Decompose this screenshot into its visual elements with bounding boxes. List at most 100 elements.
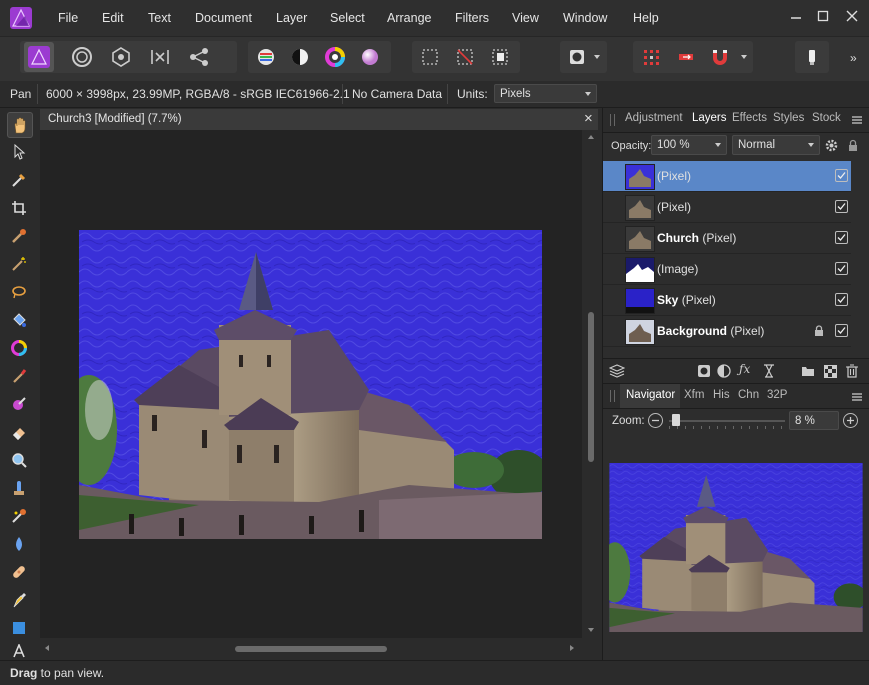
- scroll-right-icon[interactable]: [570, 645, 574, 651]
- zoom-slider-thumb[interactable]: [672, 414, 680, 426]
- horizontal-scrollbar[interactable]: [40, 640, 584, 657]
- layer-row[interactable]: Background (Pixel): [603, 316, 851, 347]
- invert-selection-icon[interactable]: [485, 42, 515, 72]
- tab-styles[interactable]: Styles: [773, 112, 804, 124]
- units-select[interactable]: Pixels: [494, 84, 597, 103]
- auto-contrast-icon[interactable]: [285, 42, 315, 72]
- text-tool-icon[interactable]: [7, 644, 31, 658]
- tab-32bit-preview[interactable]: 32P: [767, 389, 787, 401]
- layer-row[interactable]: (Pixel): [603, 161, 851, 192]
- layers-stack-icon[interactable]: [609, 363, 625, 379]
- menu-filters[interactable]: Filters: [455, 11, 489, 25]
- move-tool-icon[interactable]: [7, 140, 31, 164]
- tab-channels[interactable]: Chn: [738, 389, 759, 401]
- snapping-dropdown-caret-icon[interactable]: [741, 55, 747, 59]
- fill-icon[interactable]: [7, 308, 31, 332]
- auto-levels-icon[interactable]: [251, 42, 281, 72]
- menu-view[interactable]: View: [512, 11, 539, 25]
- opacity-select[interactable]: 100 %: [651, 135, 727, 155]
- menu-document[interactable]: Document: [195, 11, 252, 25]
- auto-white-balance-icon[interactable]: [355, 42, 385, 72]
- vertical-scrollbar[interactable]: [584, 130, 598, 638]
- pan-tool-icon[interactable]: [7, 112, 33, 138]
- menu-edit[interactable]: Edit: [102, 11, 124, 25]
- selection-brush-icon[interactable]: [7, 224, 31, 248]
- vertical-scroll-thumb[interactable]: [588, 312, 594, 462]
- document-tab[interactable]: Church3 [Modified] (7.7%) ×: [40, 109, 598, 130]
- lock-icon[interactable]: [845, 137, 861, 153]
- layer-visibility-checkbox[interactable]: [835, 169, 848, 182]
- magic-wand-icon[interactable]: [7, 252, 31, 276]
- clone-icon[interactable]: [7, 476, 31, 500]
- canvas-area[interactable]: [40, 130, 582, 638]
- layer-visibility-checkbox[interactable]: [835, 324, 848, 337]
- pen-icon[interactable]: [7, 588, 31, 612]
- mask-layer-icon[interactable]: [696, 363, 712, 379]
- rectangle-icon[interactable]: [7, 616, 31, 640]
- document-image[interactable]: [79, 230, 542, 539]
- menu-text[interactable]: Text: [148, 11, 171, 25]
- zoom-icon[interactable]: [7, 448, 31, 472]
- layer-visibility-checkbox[interactable]: [835, 293, 848, 306]
- trash-icon[interactable]: [844, 363, 860, 379]
- quick-mask-icon[interactable]: [562, 42, 592, 72]
- snapping-magnet-icon[interactable]: [705, 42, 735, 72]
- tone-mapping-persona-icon[interactable]: [145, 42, 175, 72]
- horizontal-scroll-thumb[interactable]: [235, 646, 387, 652]
- menu-help[interactable]: Help: [633, 11, 659, 25]
- fx-icon[interactable]: ƒx: [739, 362, 750, 376]
- scroll-down-icon[interactable]: [588, 628, 594, 632]
- minimize-icon[interactable]: [787, 8, 805, 26]
- panel-grip-icon[interactable]: [610, 390, 615, 402]
- menu-file[interactable]: File: [58, 11, 78, 25]
- blur-icon[interactable]: [7, 532, 31, 556]
- layer-visibility-checkbox[interactable]: [835, 262, 848, 275]
- paint-brush-icon[interactable]: [7, 364, 31, 388]
- add-pixel-layer-icon[interactable]: [822, 363, 838, 379]
- layer-visibility-checkbox[interactable]: [835, 200, 848, 213]
- menu-select[interactable]: Select: [330, 11, 365, 25]
- mask-dropdown-caret-icon[interactable]: [594, 55, 600, 59]
- folder-icon[interactable]: [800, 363, 816, 379]
- tab-layers[interactable]: Layers: [692, 112, 727, 124]
- export-persona-icon[interactable]: [184, 42, 214, 72]
- force-pixel-alignment-icon[interactable]: [671, 42, 701, 72]
- grid-snap-icon[interactable]: [636, 42, 666, 72]
- develop-persona-icon[interactable]: [106, 42, 136, 72]
- tab-navigator[interactable]: Navigator: [626, 389, 675, 401]
- assistant-icon[interactable]: [797, 42, 827, 72]
- navigator-preview[interactable]: [609, 463, 863, 632]
- mixer-brush-icon[interactable]: [7, 392, 31, 416]
- color-picker-icon[interactable]: [7, 168, 31, 192]
- zoom-input[interactable]: 8 %: [789, 411, 839, 430]
- crop-icon[interactable]: [7, 196, 31, 220]
- panel-grip-icon[interactable]: [610, 114, 615, 126]
- close-document-icon[interactable]: ×: [584, 110, 593, 127]
- lasso-icon[interactable]: [7, 280, 31, 304]
- auto-colors-icon[interactable]: [320, 42, 350, 72]
- layer-row[interactable]: Church (Pixel): [603, 223, 851, 254]
- deselect-icon[interactable]: [450, 42, 480, 72]
- layer-row[interactable]: Sky (Pixel): [603, 285, 851, 316]
- tab-adjustment[interactable]: Adjustment: [625, 112, 683, 124]
- eraser-icon[interactable]: [7, 420, 31, 444]
- scroll-up-icon[interactable]: [588, 135, 594, 139]
- layer-visibility-checkbox[interactable]: [835, 231, 848, 244]
- tab-stock[interactable]: Stock: [812, 112, 841, 124]
- patch-icon[interactable]: [7, 560, 31, 584]
- blend-mode-select[interactable]: Normal: [732, 135, 820, 155]
- menu-window[interactable]: Window: [563, 11, 607, 25]
- panel-menu-icon[interactable]: [852, 114, 862, 124]
- liquify-persona-icon[interactable]: [67, 42, 97, 72]
- menu-layer[interactable]: Layer: [276, 11, 307, 25]
- panel-menu-icon[interactable]: [852, 391, 862, 401]
- photo-persona-icon[interactable]: [24, 42, 54, 72]
- toolbar-overflow-icon[interactable]: »: [850, 51, 857, 65]
- maximize-icon[interactable]: [814, 8, 832, 26]
- zoom-out-icon[interactable]: [648, 413, 663, 428]
- scroll-left-icon[interactable]: [45, 645, 49, 651]
- layer-lock-icon[interactable]: [814, 325, 824, 340]
- select-all-icon[interactable]: [415, 42, 445, 72]
- menu-arrange[interactable]: Arrange: [387, 11, 431, 25]
- color-wheel-icon[interactable]: [7, 336, 31, 360]
